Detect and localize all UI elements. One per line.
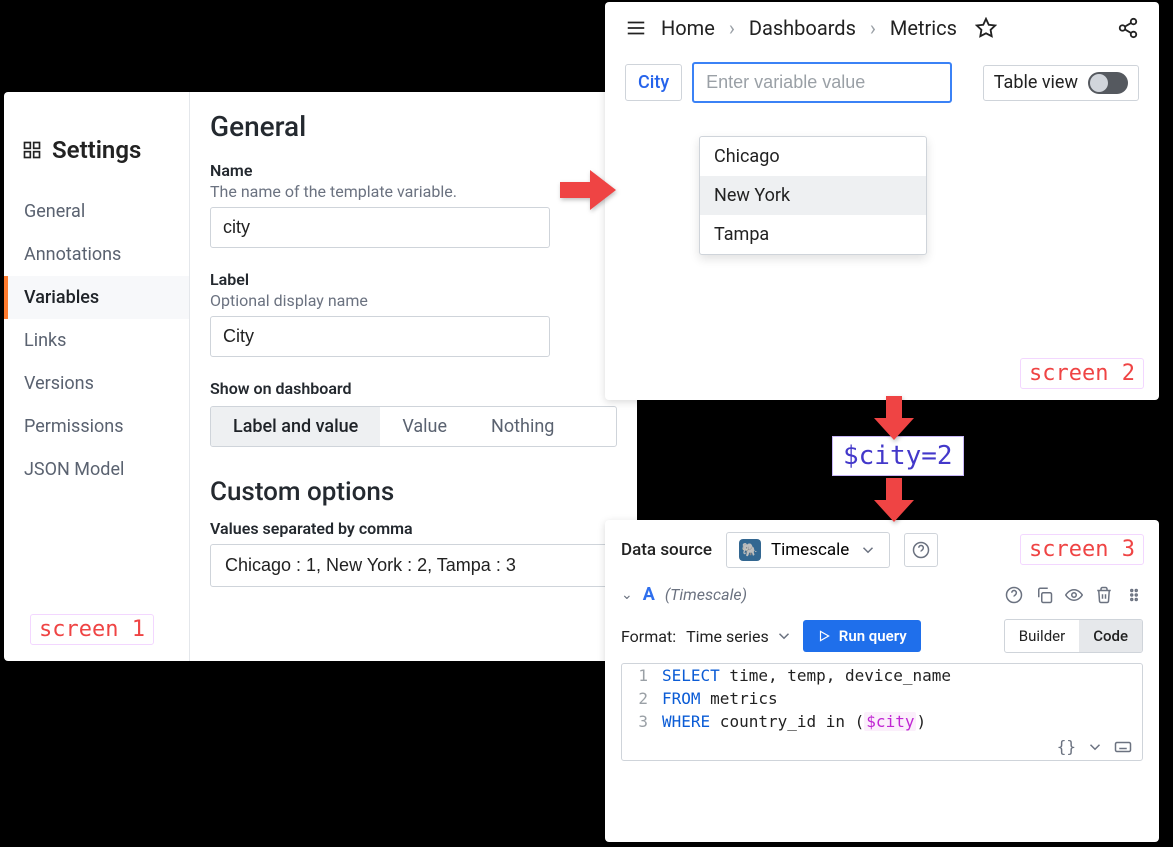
arrow-down-icon: [872, 478, 916, 526]
custom-options-title: Custom options: [210, 477, 617, 507]
label-label: Label: [210, 270, 617, 289]
show-option-nothing[interactable]: Nothing: [469, 407, 576, 446]
postgres-icon: 🐘: [739, 539, 761, 561]
datasource-select[interactable]: 🐘 Timescale: [726, 532, 890, 568]
query-name: (Timescale): [665, 585, 747, 604]
sql-text: country_id in (: [710, 712, 864, 731]
table-view-group: Table view: [983, 65, 1139, 101]
mode-code[interactable]: Code: [1079, 620, 1142, 652]
editor-footer: {}: [622, 733, 1142, 760]
breadcrumb-sep: ›: [870, 16, 876, 40]
name-hint: The name of the template variable.: [210, 182, 617, 201]
label-hint: Optional display name: [210, 291, 617, 310]
show-on-dashboard-label: Show on dashboard: [210, 379, 617, 398]
query-letter[interactable]: A: [643, 584, 655, 605]
variable-bar: City Table view: [605, 50, 1159, 115]
dashboard-header: Home › Dashboards › Metrics: [605, 2, 1159, 50]
help-icon: [912, 541, 930, 559]
sidebar-item-json-model[interactable]: JSON Model: [4, 448, 189, 491]
format-label: Format:: [621, 627, 676, 646]
settings-title: Settings: [52, 136, 141, 164]
format-select[interactable]: Time series: [686, 627, 793, 646]
values-label: Values separated by comma: [210, 519, 617, 538]
sidebar-item-variables[interactable]: Variables: [4, 276, 189, 319]
star-icon[interactable]: [975, 17, 997, 39]
mode-builder[interactable]: Builder: [1005, 620, 1079, 652]
share-icon[interactable]: [1117, 17, 1139, 39]
settings-sidebar: Settings General Annotations Variables L…: [4, 92, 190, 661]
help-icon[interactable]: [1005, 586, 1023, 604]
copy-icon[interactable]: [1035, 586, 1053, 604]
table-view-toggle[interactable]: [1088, 72, 1128, 94]
show-on-dashboard-segmented: Label and value Value Nothing: [210, 406, 617, 447]
table-view-label: Table view: [994, 72, 1078, 93]
dropdown-item-chicago[interactable]: Chicago: [700, 137, 926, 176]
chevron-down-icon[interactable]: [1086, 738, 1104, 756]
collapse-chevron-icon[interactable]: ⌄: [621, 587, 633, 603]
format-value: Time series: [686, 627, 769, 646]
drag-handle-icon[interactable]: [1125, 586, 1143, 604]
values-input[interactable]: [210, 544, 617, 587]
settings-title-row: Settings: [4, 136, 189, 190]
annotation-screen1: screen 1: [30, 614, 154, 645]
sidebar-item-annotations[interactable]: Annotations: [4, 233, 189, 276]
breadcrumb-home[interactable]: Home: [661, 16, 715, 40]
show-option-value[interactable]: Value: [380, 407, 469, 446]
breadcrumb-sep: ›: [729, 16, 735, 40]
dashboard-panel: Home › Dashboards › Metrics City Table v…: [605, 2, 1159, 400]
grid-icon: [22, 140, 42, 160]
sql-variable: $city: [864, 712, 916, 731]
line-number: 1: [622, 666, 662, 685]
variable-dropdown: Chicago New York Tampa: [699, 136, 927, 255]
sidebar-item-links[interactable]: Links: [4, 319, 189, 362]
datasource-label: Data source: [621, 540, 712, 560]
datasource-value: Timescale: [771, 540, 849, 560]
eye-icon[interactable]: [1065, 586, 1083, 604]
hamburger-icon[interactable]: [625, 17, 647, 39]
variable-value-input[interactable]: [692, 62, 952, 103]
section-title-general: General: [210, 110, 617, 143]
arrow-down-icon: [872, 396, 916, 444]
query-header-row: ⌄ A (Timescale): [605, 580, 1159, 613]
settings-panel: Settings General Annotations Variables L…: [4, 92, 637, 661]
breadcrumb-dashboards[interactable]: Dashboards: [749, 16, 856, 40]
arrow-right-icon: [560, 168, 616, 216]
label-input[interactable]: [210, 316, 550, 357]
annotation-screen2: screen 2: [1020, 358, 1144, 389]
annotation-screen3: screen 3: [1020, 534, 1144, 565]
sidebar-item-versions[interactable]: Versions: [4, 362, 189, 405]
trash-icon[interactable]: [1095, 586, 1113, 604]
play-icon: [817, 629, 831, 643]
run-query-button[interactable]: Run query: [803, 620, 921, 652]
chevron-down-icon: [775, 627, 793, 645]
sql-editor[interactable]: 1 SELECT time, temp, device_name 2 FROM …: [621, 663, 1143, 761]
query-panel: Data source 🐘 Timescale ⌄ A (Timescale) …: [605, 520, 1159, 842]
dropdown-item-tampa[interactable]: Tampa: [700, 215, 926, 254]
breadcrumb-metrics[interactable]: Metrics: [890, 16, 957, 40]
name-label: Name: [210, 161, 617, 180]
braces-icon[interactable]: {}: [1057, 737, 1076, 756]
dropdown-item-new-york[interactable]: New York: [700, 176, 926, 215]
keyboard-icon[interactable]: [1114, 738, 1132, 756]
run-query-label: Run query: [839, 627, 907, 645]
sql-text: metrics: [701, 689, 778, 708]
editor-mode-segmented: Builder Code: [1004, 619, 1143, 653]
query-controls-row: Format: Time series Run query Builder Co…: [605, 613, 1159, 663]
sql-keyword: SELECT: [662, 666, 720, 685]
chevron-down-icon: [859, 541, 877, 559]
variable-chip-city[interactable]: City: [625, 64, 682, 101]
sidebar-item-permissions[interactable]: Permissions: [4, 405, 189, 448]
show-option-label-value[interactable]: Label and value: [211, 407, 380, 446]
line-number: 2: [622, 689, 662, 708]
sql-text: ): [916, 712, 926, 731]
sql-keyword: FROM: [662, 689, 701, 708]
datasource-help-button[interactable]: [904, 533, 938, 567]
line-number: 3: [622, 712, 662, 731]
sql-keyword: WHERE: [662, 712, 710, 731]
name-input[interactable]: [210, 207, 550, 248]
sidebar-item-general[interactable]: General: [4, 190, 189, 233]
sql-text: time, temp, device_name: [720, 666, 951, 685]
